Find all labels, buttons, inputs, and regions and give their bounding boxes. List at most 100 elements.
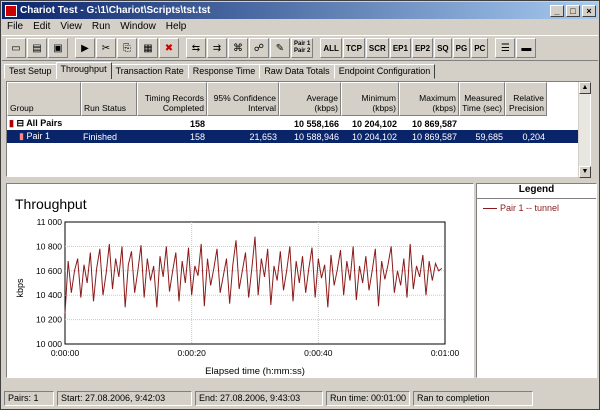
col-maximum[interactable]: Maximum (kbps) — [399, 82, 459, 116]
status-pairs: Pairs: 1 — [4, 390, 54, 406]
legend-item[interactable]: Pair 1 -- tunnel — [477, 199, 596, 217]
grid-view-icon[interactable]: ☰ — [495, 38, 516, 58]
status-bar: Pairs: 1 Start: 27.08.2006, 9:42:03 End:… — [2, 389, 598, 407]
table-row[interactable]: ▮ ⊟ All Pairs 158 10 558,166 10 204,102 … — [7, 117, 547, 130]
tab-endpoint-configuration[interactable]: Endpoint Configuration — [333, 64, 436, 79]
tab-throughput[interactable]: Throughput — [55, 62, 112, 79]
row-maximum: 10 869,587 — [411, 118, 457, 129]
script-icon[interactable]: ✎ — [270, 38, 290, 58]
menu-view[interactable]: View — [55, 21, 87, 32]
filter-sq-button[interactable]: SQ — [434, 38, 452, 58]
status-end: End: 27.08.2006, 9:43:03 — [195, 390, 323, 406]
x-tick-label: 0:00:40 — [304, 348, 333, 358]
chart-title: Throughput — [15, 196, 87, 212]
tab-test-setup[interactable]: Test Setup — [4, 64, 57, 79]
copy-icon[interactable]: ⎘ — [117, 38, 137, 58]
legend-title: Legend — [477, 184, 596, 199]
pair-icon[interactable]: ⇆ — [186, 38, 206, 58]
close-button[interactable]: × — [582, 4, 596, 17]
pair-swap-button[interactable]: Pair 1 Pair 2 — [291, 38, 314, 58]
collapse-icon[interactable]: ⊟ — [16, 118, 24, 128]
menu-bar: File Edit View Run Window Help — [2, 19, 598, 34]
filter-pg-button[interactable]: PG — [452, 38, 471, 58]
status-runtime: Run time: 00:01:00 — [326, 390, 410, 406]
row-records: 158 — [189, 131, 205, 142]
window-title: Chariot Test - G:\1\Chariot\Scripts\tst.… — [20, 5, 211, 16]
legend-swatch — [483, 207, 497, 209]
paste-icon[interactable]: ▦ — [138, 38, 158, 58]
chart-view-icon[interactable]: ▬ — [516, 38, 537, 58]
row-minimum: 10 204,102 — [351, 118, 397, 129]
filter-pc-button[interactable]: PC — [471, 38, 489, 58]
open-file-icon[interactable]: ▤ — [27, 38, 47, 58]
row-time: 59,685 — [475, 131, 503, 142]
tab-response-time[interactable]: Response Time — [187, 64, 261, 79]
col-records[interactable]: Timing Records Completed — [137, 82, 207, 116]
x-tick-label: 0:00:00 — [51, 348, 80, 358]
col-measured-time[interactable]: Measured Time (sec) — [459, 82, 505, 116]
col-average[interactable]: Average (kbps) — [279, 82, 341, 116]
multicast-icon[interactable]: ⇉ — [207, 38, 227, 58]
filter-ep2-button[interactable]: EP2 — [411, 38, 434, 58]
col-confidence[interactable]: 95% Confidence Interval — [207, 82, 279, 116]
y-tick-label: 11 000 — [37, 217, 63, 227]
group-icon[interactable]: ⌘ — [228, 38, 248, 58]
filter-all-button[interactable]: ALL — [320, 38, 342, 58]
save-icon[interactable]: ▣ — [48, 38, 68, 58]
delete-icon[interactable]: ✖ — [159, 38, 179, 58]
x-tick-label: 0:00:20 — [177, 348, 206, 358]
network-icon[interactable]: ☍ — [249, 38, 269, 58]
tab-strip: Test Setup Throughput Transaction Rate R… — [4, 62, 436, 80]
toolbar: ▭ ▤ ▣ ▶ ✂ ⎘ ▦ ✖ ⇆ ⇉ ⌘ ☍ ✎ Pair 1 Pair 2 A… — [2, 35, 598, 61]
y-tick-label: 10 200 — [36, 315, 62, 325]
maximize-button[interactable]: □ — [566, 4, 580, 17]
tab-transaction-rate[interactable]: Transaction Rate — [110, 64, 189, 79]
cut-icon[interactable]: ✂ — [96, 38, 116, 58]
menu-edit[interactable]: Edit — [28, 21, 55, 32]
y-tick-label: 10 600 — [36, 266, 62, 276]
menu-file[interactable]: File — [2, 21, 28, 32]
row-maximum: 10 869,587 — [411, 131, 457, 142]
legend-item-label: Pair 1 -- tunnel — [500, 203, 560, 213]
x-axis-label: Elapsed time (h:mm:ss) — [205, 366, 305, 377]
col-precision[interactable]: Relative Precision — [505, 82, 547, 116]
filter-tcp-button[interactable]: TCP — [342, 38, 365, 58]
status-start: Start: 27.08.2006, 9:42:03 — [57, 390, 192, 406]
filter-scr-button[interactable]: SCR — [365, 38, 389, 58]
row-group: ▮ ⊟ All Pairs — [9, 118, 63, 128]
col-run-status[interactable]: Run Status — [81, 82, 137, 116]
col-group[interactable]: Group — [7, 82, 81, 116]
app-window: Chariot Test - G:\1\Chariot\Scripts\tst.… — [0, 0, 600, 410]
app-icon — [5, 4, 17, 17]
row-minimum: 10 204,102 — [351, 131, 397, 142]
legend-panel: Legend Pair 1 -- tunnel — [476, 183, 597, 378]
tab-raw-data-totals[interactable]: Raw Data Totals — [259, 64, 335, 79]
y-axis-label: kbps — [15, 278, 25, 298]
menu-help[interactable]: Help — [161, 21, 192, 32]
pairs-icon: ▮ — [9, 118, 14, 128]
row-status: Finished — [83, 131, 118, 142]
col-minimum[interactable]: Minimum (kbps) — [341, 82, 399, 116]
table-row[interactable]: ▮ Pair 1 Finished 158 21,653 10 588,946 … — [7, 130, 579, 143]
run-icon[interactable]: ▶ — [75, 38, 95, 58]
row-average: 10 558,166 — [293, 118, 339, 129]
vertical-scrollbar[interactable]: ▲ ▼ — [578, 82, 591, 178]
x-tick-label: 0:01:00 — [431, 348, 460, 358]
scroll-up-icon[interactable]: ▲ — [579, 82, 591, 94]
menu-run[interactable]: Run — [87, 21, 115, 32]
row-average: 10 588,946 — [293, 131, 339, 142]
title-bar[interactable]: Chariot Test - G:\1\Chariot\Scripts\tst.… — [2, 2, 598, 19]
menu-window[interactable]: Window — [115, 21, 161, 32]
filter-ep1-button[interactable]: EP1 — [389, 38, 411, 58]
results-table: Group Run Status Timing Records Complete… — [6, 81, 591, 178]
throughput-chart: Throughput kbps Elapsed time (h:mm:ss) 1… — [6, 183, 474, 378]
minimize-button[interactable]: _ — [550, 4, 564, 17]
y-tick-label: 10 800 — [36, 241, 62, 251]
chart-svg: Throughput kbps Elapsed time (h:mm:ss) 1… — [15, 196, 460, 377]
row-ci: 21,653 — [249, 131, 277, 142]
row-group: ▮ Pair 1 — [19, 131, 50, 141]
table-header: Group Run Status Timing Records Complete… — [7, 82, 547, 116]
new-file-icon[interactable]: ▭ — [6, 38, 26, 58]
scroll-down-icon[interactable]: ▼ — [579, 166, 591, 178]
y-tick-label: 10 400 — [36, 290, 62, 300]
